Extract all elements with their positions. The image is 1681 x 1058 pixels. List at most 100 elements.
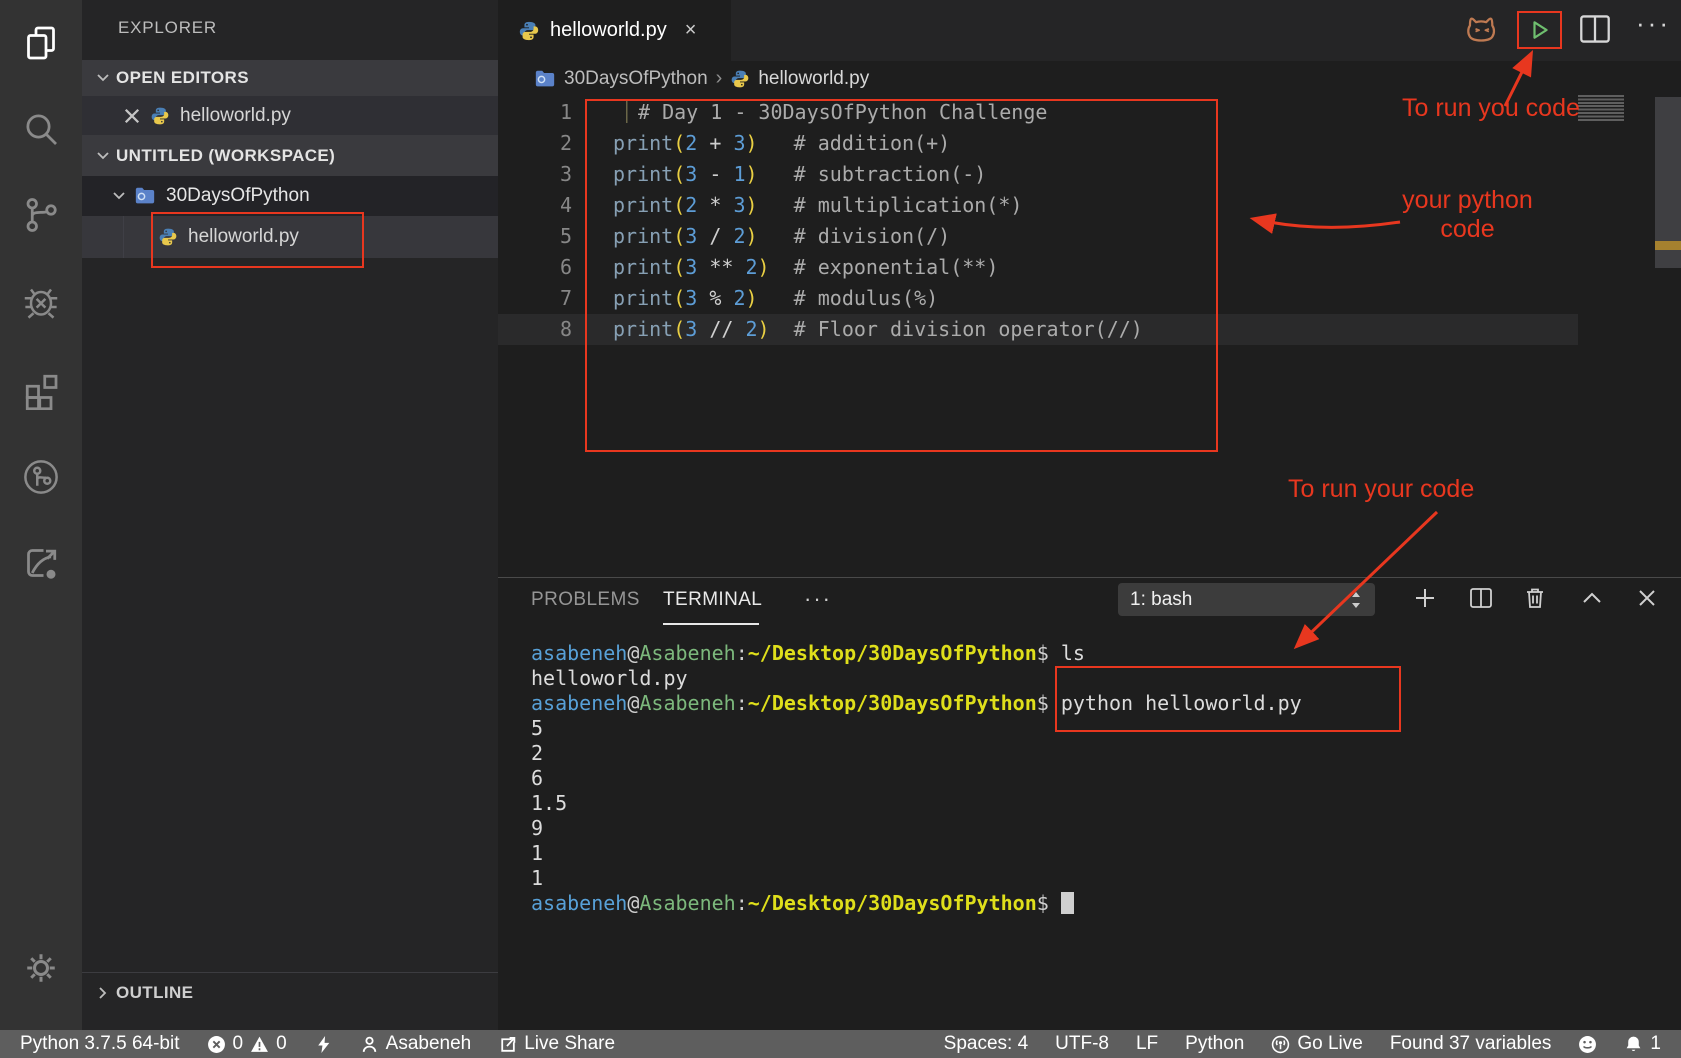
indent-guide [613, 101, 638, 123]
token: 1 [733, 162, 745, 186]
kill-terminal-icon[interactable] [1522, 585, 1548, 611]
test-circle-icon[interactable] [21, 457, 61, 497]
section-outline[interactable]: OUTLINE [82, 972, 498, 1013]
account-item[interactable]: Asabeneh [360, 1033, 472, 1055]
token: 3 [685, 286, 697, 310]
terminal-content[interactable]: asabeneh@Asabeneh:~/Desktop/30DaysOfPyth… [531, 641, 1302, 916]
terminal-token: python helloworld.py [1061, 691, 1302, 715]
maximize-panel-icon[interactable] [1579, 585, 1605, 611]
notification-count: 1 [1650, 1033, 1661, 1055]
chevron-down-icon [96, 71, 110, 85]
terminal-token: asabeneh [531, 691, 627, 715]
terminal-token [1049, 891, 1061, 915]
line-number: 4 [498, 190, 572, 221]
tree-file-label: helloworld.py [188, 226, 299, 248]
tree-item-helloworld[interactable]: helloworld.py [82, 216, 498, 258]
token: print [613, 162, 673, 186]
terminal-line: 1 [531, 866, 1302, 891]
variables-item[interactable]: Found 37 variables [1390, 1033, 1552, 1055]
encoding-item[interactable]: UTF-8 [1055, 1033, 1109, 1055]
code-text: print(2 * 3) # multiplication(*) [572, 190, 1022, 221]
token: 2 [733, 286, 745, 310]
minimap[interactable] [1578, 95, 1624, 122]
notifications-item[interactable]: 1 [1624, 1033, 1661, 1055]
open-editors-label: OPEN EDITORS [116, 68, 249, 88]
python-interpreter-item[interactable]: Python 3.7.5 64-bit [20, 1033, 180, 1055]
new-terminal-icon[interactable] [1412, 585, 1438, 611]
close-panel-icon[interactable] [1634, 585, 1660, 611]
section-workspace[interactable]: UNTITLED (WORKSPACE) [82, 135, 498, 176]
terminal-line: asabeneh@Asabeneh:~/Desktop/30DaysOfPyth… [531, 691, 1302, 716]
close-icon[interactable] [122, 106, 142, 126]
more-actions-icon[interactable]: ··· [1636, 8, 1671, 39]
code-text: print(3 ** 2) # exponential(**) [572, 252, 998, 283]
terminal-line: 5 [531, 716, 1302, 741]
token: ( [673, 255, 685, 279]
terminal-token: Asabeneh [639, 641, 735, 665]
problems-status-item[interactable]: 0 0 [207, 1033, 287, 1055]
spaces-label: Spaces: 4 [944, 1033, 1029, 1055]
terminal-token: ls [1061, 641, 1085, 665]
terminal-token: ~/Desktop/30DaysOfPython [748, 641, 1037, 665]
select-arrows-icon [1349, 590, 1363, 610]
shell-select-value: 1: bash [1130, 589, 1192, 611]
split-editor-icon[interactable] [1579, 14, 1611, 44]
token: / [697, 224, 733, 248]
code-line: 4print(2 * 3) # multiplication(*) [498, 190, 1578, 221]
explorer-icon[interactable] [21, 23, 61, 63]
breadcrumb-folder[interactable]: 30DaysOfPython [564, 68, 708, 90]
terminal-shell-select[interactable]: 1: bash [1118, 583, 1375, 616]
token: 3 [685, 317, 697, 341]
token: # division(/) [758, 224, 951, 248]
terminal-token [1049, 641, 1061, 665]
live-share-status-item[interactable]: Live Share [498, 1033, 615, 1055]
live-share-icon[interactable] [21, 543, 61, 583]
token: # subtraction(-) [758, 162, 987, 186]
token: ( [673, 286, 685, 310]
chevron-down-icon [112, 189, 126, 203]
source-control-icon[interactable] [21, 195, 61, 235]
code-line: 7print(3 % 2) # modulus(%) [498, 283, 1578, 314]
section-open-editors[interactable]: OPEN EDITORS [82, 60, 498, 96]
panel-more-icon[interactable]: ··· [804, 586, 832, 612]
sidebar-explorer: EXPLORER OPEN EDITORS helloworld.py UNTI… [82, 0, 498, 1030]
chevron-right-icon [96, 986, 110, 1000]
split-terminal-icon[interactable] [1468, 585, 1494, 611]
indentation-item[interactable]: Spaces: 4 [944, 1033, 1029, 1055]
terminal-line: 1 [531, 841, 1302, 866]
token: ( [673, 224, 685, 248]
warning-count: 0 [276, 1033, 287, 1055]
folder-name-label: 30DaysOfPython [166, 185, 310, 207]
breadcrumb-file[interactable]: helloworld.py [758, 68, 869, 90]
settings-gear-icon[interactable] [21, 948, 61, 988]
tree-item-folder[interactable]: 30DaysOfPython [82, 176, 498, 216]
code-lines[interactable]: 1# Day 1 - 30DaysOfPython Challenge2prin… [498, 97, 1681, 345]
go-live-item[interactable]: Go Live [1271, 1033, 1362, 1055]
terminal-token: asabeneh [531, 891, 627, 915]
explorer-title: EXPLORER [118, 18, 217, 38]
tab-problems[interactable]: PROBLEMS [531, 589, 640, 611]
python-version-label: Python 3.7.5 64-bit [20, 1033, 180, 1055]
feedback-item[interactable] [1578, 1035, 1597, 1054]
quick-actions-item[interactable] [314, 1035, 333, 1054]
token: 3 [733, 131, 745, 155]
terminal-token: Asabeneh [639, 691, 735, 715]
tab-terminal[interactable]: TERMINAL [663, 589, 762, 611]
debug-icon[interactable] [21, 282, 61, 322]
search-icon[interactable] [21, 109, 61, 149]
run-button[interactable] [1529, 19, 1551, 41]
extensions-icon[interactable] [21, 370, 61, 410]
eol-item[interactable]: LF [1136, 1033, 1158, 1055]
tab-helloworld[interactable]: helloworld.py × [498, 0, 731, 61]
language-mode-item[interactable]: Python [1185, 1033, 1244, 1055]
cat-extension-icon[interactable] [1461, 12, 1499, 48]
code-text: print(3 / 2) # division(/) [572, 221, 950, 252]
open-editor-item-helloworld[interactable]: helloworld.py [82, 96, 498, 135]
token: % [697, 286, 733, 310]
token: # exponential(**) [770, 255, 999, 279]
terminal-line: 2 [531, 741, 1302, 766]
terminal-line: 6 [531, 766, 1302, 791]
tab-close-icon[interactable]: × [685, 19, 697, 42]
token: 2 [685, 193, 697, 217]
variables-label: Found 37 variables [1390, 1033, 1552, 1055]
